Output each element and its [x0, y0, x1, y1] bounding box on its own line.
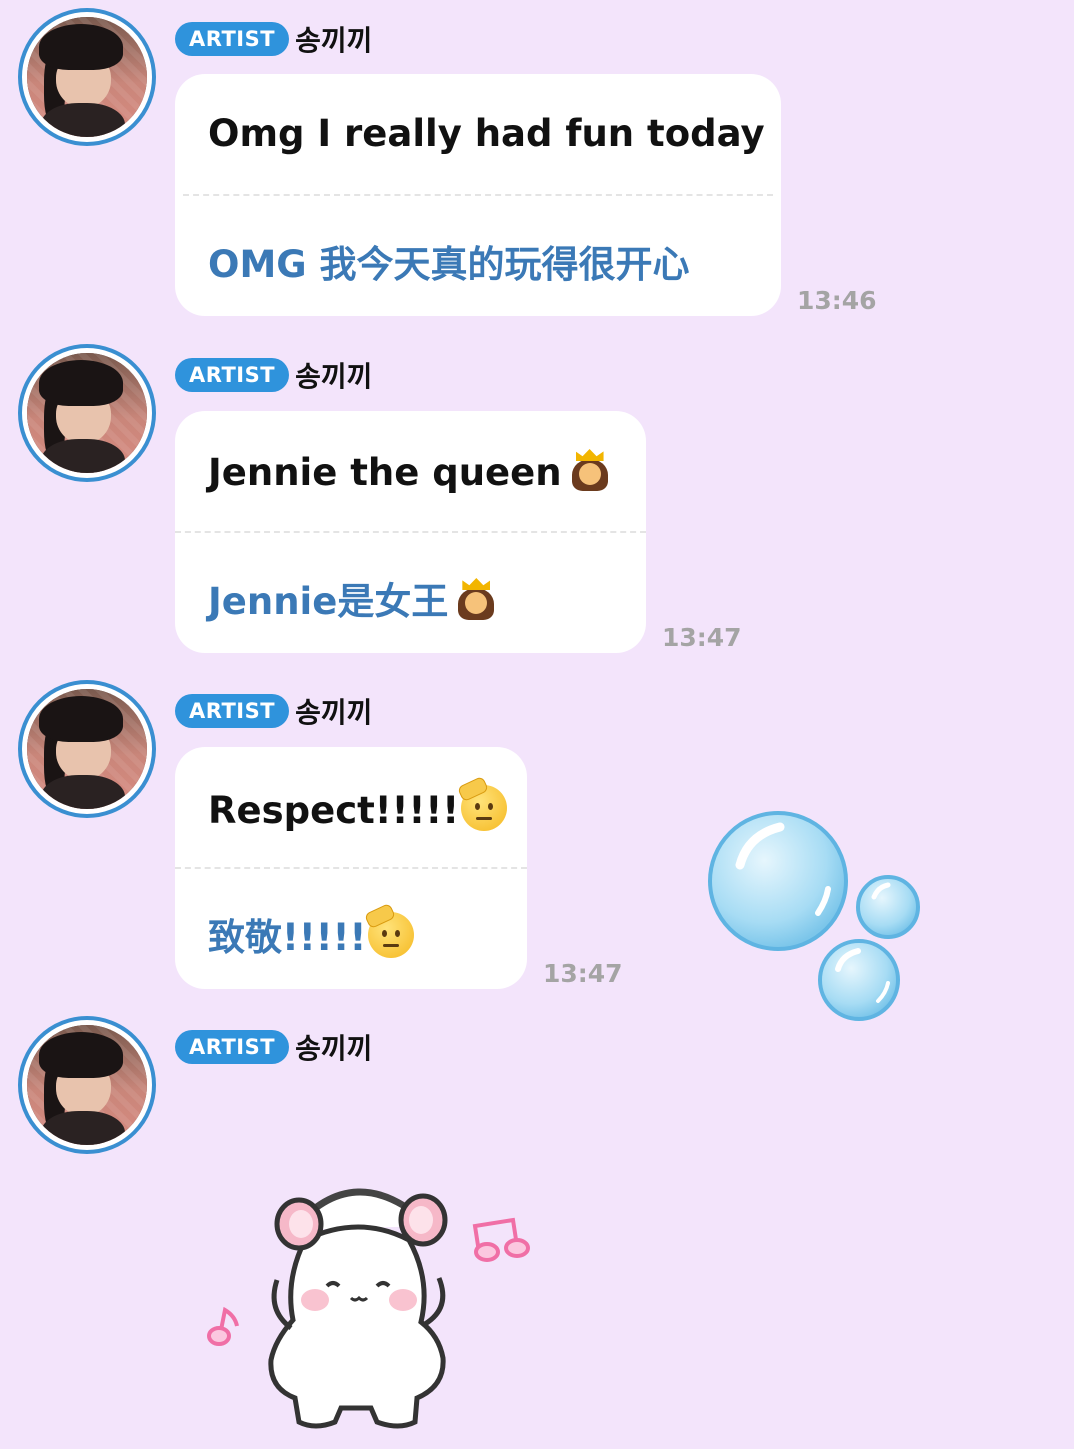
- translation-divider: [175, 531, 646, 533]
- sender-name[interactable]: 송끼끼: [295, 691, 372, 731]
- message-bubble[interactable]: Jennie the queen Jennie是女王: [175, 411, 646, 653]
- message-header: ARTIST 송끼끼: [175, 20, 372, 58]
- princess-emoji-icon: [570, 449, 610, 491]
- sender-avatar[interactable]: [18, 344, 156, 482]
- sender-avatar[interactable]: [18, 680, 156, 818]
- message-translation-text: OMG 我今天真的玩得很开心: [208, 243, 690, 286]
- bubbles-decoration-icon: [708, 811, 920, 1021]
- artist-badge: ARTIST: [175, 694, 290, 728]
- message-original-text: Respect!!!!!: [208, 789, 460, 832]
- chat-thread: ARTIST 송끼끼 Omg I really had fun today OM…: [0, 0, 1074, 1449]
- saluting-face-icon: [364, 902, 415, 958]
- message-translation-text: 致敬!!!!!: [208, 916, 367, 959]
- message-bubble[interactable]: Omg I really had fun today OMG 我今天真的玩得很开…: [175, 74, 781, 316]
- message-header: ARTIST 송끼끼: [175, 1028, 372, 1066]
- translation-divider: [183, 194, 773, 196]
- message-timestamp: 13:47: [543, 959, 623, 988]
- message-timestamp: 13:46: [797, 286, 877, 315]
- sender-name[interactable]: 송끼끼: [295, 355, 372, 395]
- sender-name[interactable]: 송끼끼: [295, 19, 372, 59]
- message-original-line: Respect!!!!!: [208, 775, 508, 832]
- sender-avatar[interactable]: [18, 1016, 156, 1154]
- artist-badge: ARTIST: [175, 22, 290, 56]
- message-timestamp: 13:47: [662, 623, 742, 652]
- message-header: ARTIST 송끼끼: [175, 356, 372, 394]
- message-header: ARTIST 송끼끼: [175, 692, 372, 730]
- artist-badge: ARTIST: [175, 1030, 290, 1064]
- princess-emoji-icon: [456, 578, 496, 620]
- translation-divider: [175, 867, 527, 869]
- cat-headphones-sticker-icon[interactable]: [195, 1160, 535, 1430]
- sender-name[interactable]: 송끼끼: [295, 1027, 372, 1067]
- saluting-face-icon: [457, 775, 508, 831]
- message-original-text: Omg I really had fun today: [208, 112, 765, 155]
- sender-avatar[interactable]: [18, 8, 156, 146]
- message-translation-text: Jennie是女王: [208, 580, 449, 623]
- message-original-line: Jennie the queen: [208, 449, 610, 494]
- message-translation-line: 致敬!!!!!: [208, 902, 415, 961]
- artist-badge: ARTIST: [175, 358, 290, 392]
- message-bubble[interactable]: Respect!!!!! 致敬!!!!!: [175, 747, 527, 989]
- message-translation-line: Jennie是女王: [208, 571, 496, 625]
- message-original-text: Jennie the queen: [208, 451, 562, 494]
